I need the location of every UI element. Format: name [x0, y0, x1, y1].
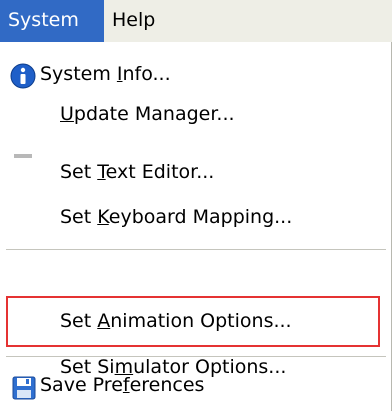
- menu-item-set-keyboard-mapping[interactable]: Set Keyboard Mapping...: [0, 195, 388, 239]
- menu-item-label: Set Text Editor...: [60, 161, 215, 183]
- menu-help[interactable]: Help: [104, 0, 166, 42]
- menu-item-label: Set Animation Options...: [60, 310, 292, 332]
- menu-system[interactable]: System: [0, 0, 104, 42]
- menu-item-label: System Info...: [40, 63, 171, 85]
- menu-item-update-manager[interactable]: Update Manager...: [0, 98, 388, 158]
- menu-item-save-preferences[interactable]: Save Preferences: [0, 363, 388, 407]
- menu-help-label: Help: [112, 9, 156, 31]
- menu-separator: [6, 356, 386, 357]
- menu-system-label: System: [8, 9, 79, 31]
- menu-item-label: Save Preferences: [40, 374, 205, 396]
- menu-item-set-text-editor[interactable]: Set Text Editor...: [0, 150, 388, 194]
- menu-item-label: Update Manager...: [60, 103, 235, 125]
- floppy-disk-icon: [12, 372, 36, 416]
- menu-bar: System Help: [0, 0, 392, 42]
- menu-separator: [6, 249, 386, 250]
- menu-item-system-info[interactable]: System Info...: [0, 52, 388, 96]
- menu-item-set-animation-options[interactable]: Set Animation Options...: [0, 299, 388, 343]
- menu-item-label: Set Keyboard Mapping...: [60, 206, 293, 228]
